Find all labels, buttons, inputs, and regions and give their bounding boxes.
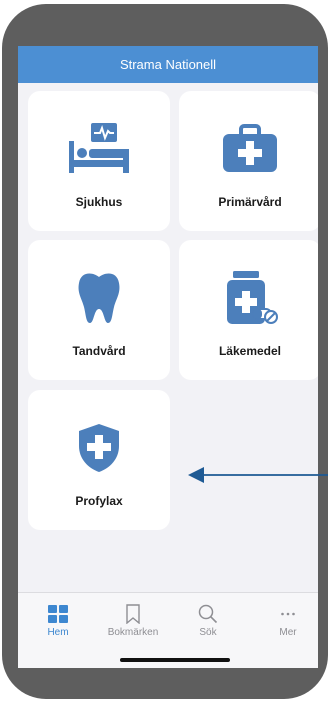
tile-label: Tandvård [72,344,126,358]
phone-frame: Strama Nationell Sjukhus Primärvård Tand… [2,4,328,699]
tile-sjukhus[interactable]: Sjukhus [28,91,170,231]
tab-bar: Hem Bokmärken Sök Mer [18,592,318,668]
tile-primarvard[interactable]: Primärvård [179,91,318,231]
tile-tandvard[interactable]: Tandvård [28,240,170,380]
tile-label: Läkemedel [218,344,282,358]
bookmark-icon [103,603,163,625]
tile-lakemedel[interactable]: Läkemedel [179,240,318,380]
tab-bokmarken[interactable]: Bokmärken [103,603,163,638]
tab-label: Mer [279,627,297,638]
tile-label: Primärvård [218,195,282,209]
tab-label: Bokmärken [107,627,159,638]
medicine-bottle-icon [179,271,318,324]
tile-profylax[interactable]: Profylax [28,390,170,530]
more-icon [258,603,318,625]
tab-hem[interactable]: Hem [28,603,88,638]
tooth-icon [28,272,170,324]
grid-icon [28,603,88,625]
hospital-bed-icon [28,123,170,175]
search-icon [178,603,238,625]
tile-label: Sjukhus [75,195,123,209]
annotation-arrow-icon [188,467,328,483]
app-screen: Strama Nationell Sjukhus Primärvård Tand… [18,46,318,668]
tab-mer[interactable]: Mer [258,603,318,638]
app-header: Strama Nationell [18,46,318,83]
tile-label: Profylax [75,494,123,508]
app-title: Strama Nationell [119,57,217,72]
shield-cross-icon [28,422,170,474]
tab-label: Sök [199,627,217,638]
tab-sok[interactable]: Sök [178,603,238,638]
tab-label: Hem [47,627,69,638]
medical-kit-icon [179,123,318,175]
home-indicator [120,658,230,662]
